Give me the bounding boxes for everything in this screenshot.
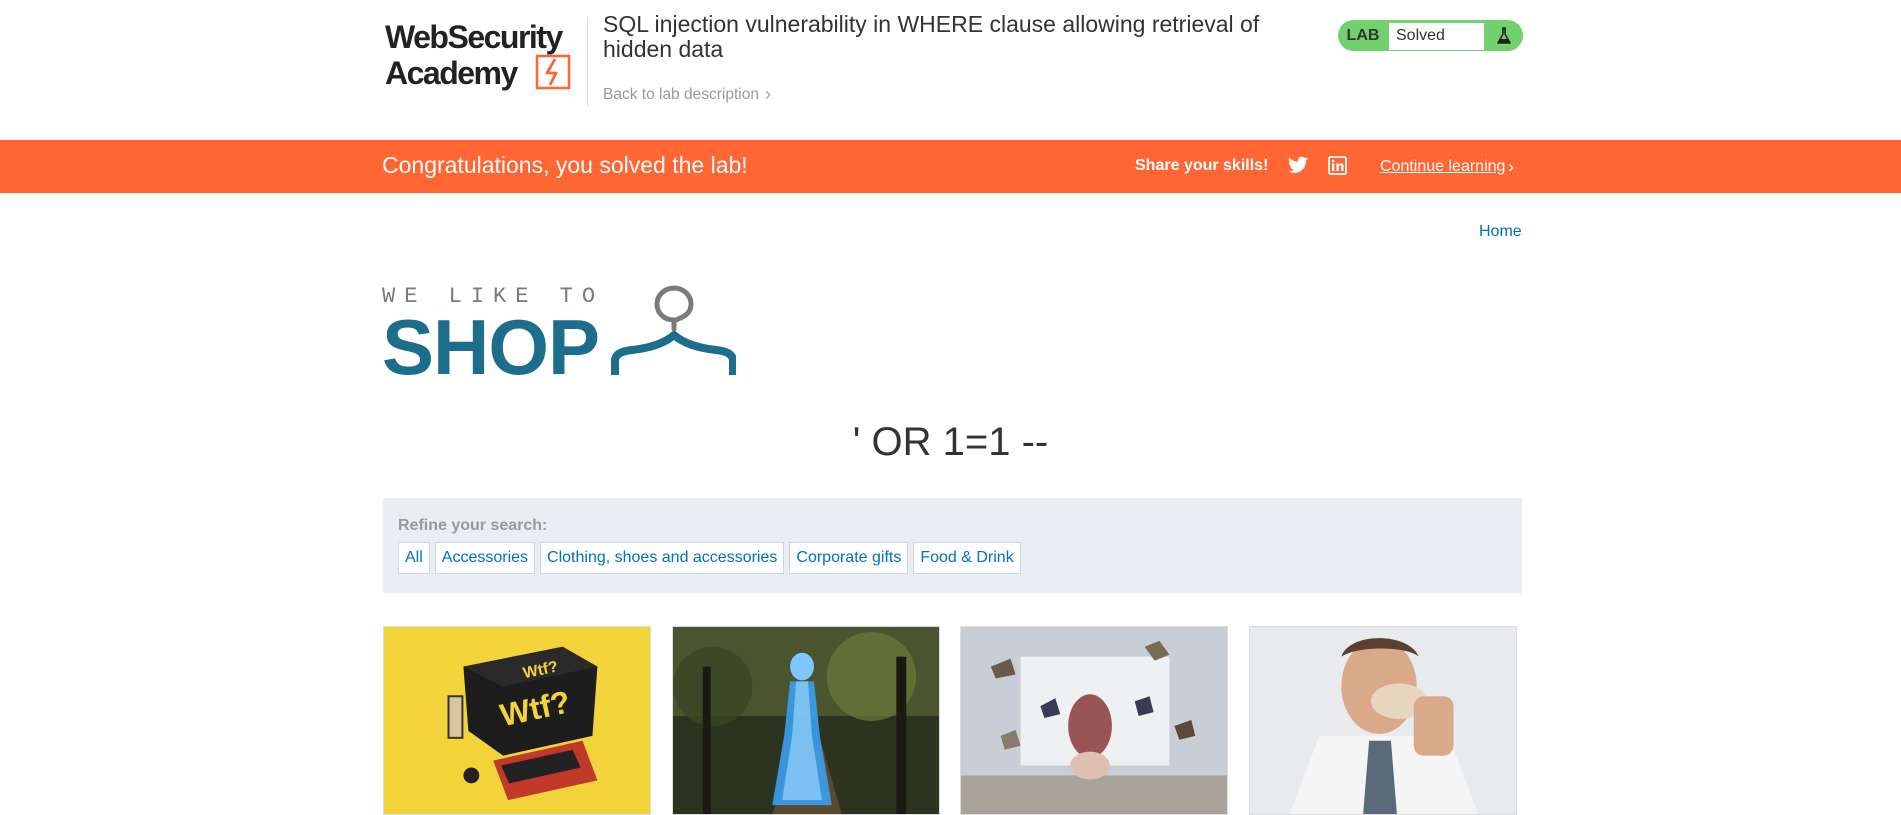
solved-message: Congratulations, you solved the lab! bbox=[382, 152, 748, 178]
filter-corporate-gifts[interactable]: Corporate gifts bbox=[789, 542, 909, 574]
filter-clothing[interactable]: Clothing, shoes and accessories bbox=[540, 542, 785, 574]
refine-search-label: Refine your search: bbox=[398, 517, 548, 534]
home-link[interactable]: Home bbox=[1479, 223, 1522, 241]
filter-accessories[interactable]: Accessories bbox=[434, 542, 536, 574]
search-results-heading: ' OR 1=1 -- bbox=[852, 420, 1049, 464]
header-divider bbox=[587, 18, 588, 106]
filter-food-drink[interactable]: Food & Drink bbox=[913, 542, 1021, 574]
continue-learning-label: Continue learning bbox=[1380, 158, 1506, 175]
we-like-to-shop-logo: WE LIKE TO SHOP bbox=[382, 283, 737, 391]
lab-status-text: Solved bbox=[1388, 21, 1485, 51]
lab-tag: LAB bbox=[1346, 26, 1380, 44]
twitter-icon[interactable] bbox=[1288, 156, 1308, 176]
lab-title: SQL injection vulnerability in WHERE cla… bbox=[603, 11, 1260, 62]
product-image-books[interactable] bbox=[960, 626, 1228, 815]
lab-status-widget: LAB Solved bbox=[1338, 20, 1523, 51]
solved-banner bbox=[0, 140, 1901, 193]
flask-icon bbox=[1485, 20, 1523, 51]
product-image-cookie-man[interactable] bbox=[1249, 626, 1517, 815]
continue-learning-link[interactable]: Continue learning ›› bbox=[1380, 157, 1514, 177]
product-image-card-game[interactable]: Wtf? Wtf? bbox=[383, 626, 651, 815]
svg-text:WebSecurity: WebSecurity bbox=[385, 19, 563, 55]
back-link-label: Back to lab description bbox=[603, 85, 759, 103]
share-label: Share your skills! bbox=[1135, 157, 1269, 174]
linkedin-icon[interactable] bbox=[1328, 156, 1347, 175]
back-to-lab-description-link[interactable]: Back to lab description ›› bbox=[603, 84, 771, 105]
filter-all[interactable]: All bbox=[398, 542, 430, 574]
category-filters: All Accessories Clothing, shoes and acce… bbox=[398, 542, 1021, 574]
web-security-academy-logo[interactable]: WebSecurity Academy bbox=[385, 18, 585, 92]
product-image-hologram[interactable] bbox=[672, 626, 940, 815]
shop-logo-word: SHOP bbox=[382, 303, 599, 378]
svg-text:Academy: Academy bbox=[385, 55, 519, 91]
